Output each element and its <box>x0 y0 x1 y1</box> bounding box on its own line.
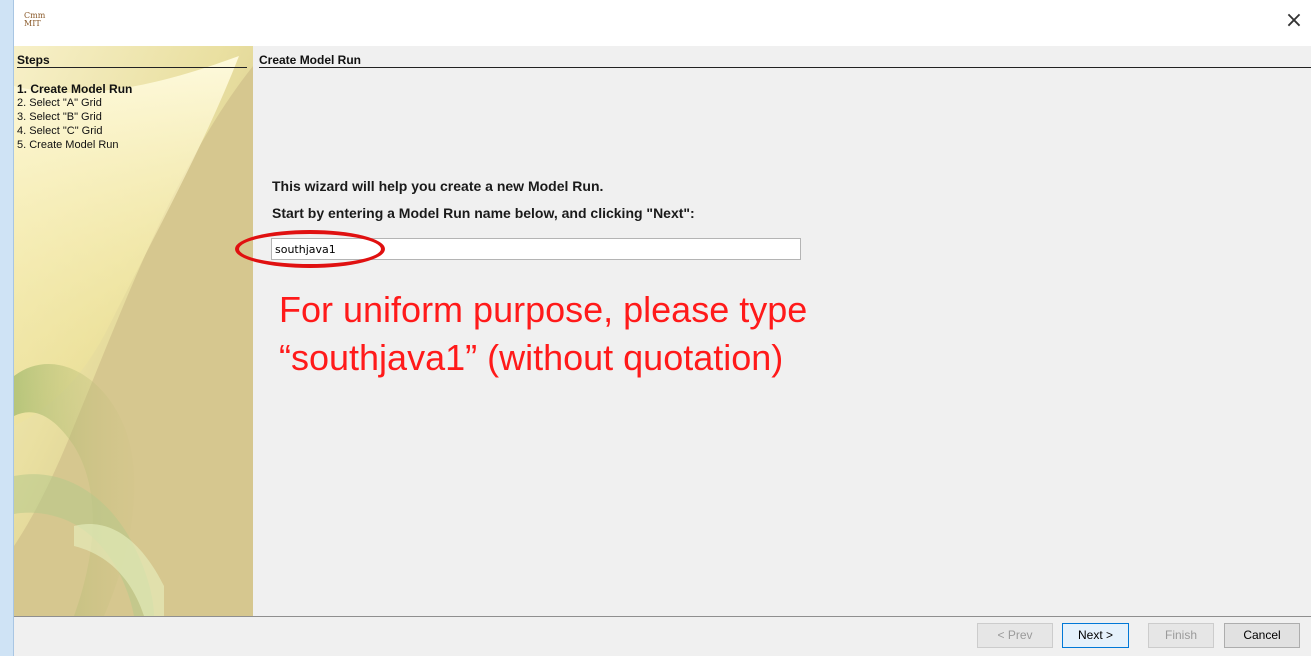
instruction-text: Start by entering a Model Run name below… <box>272 205 695 221</box>
window-left-edge <box>0 0 14 656</box>
step-item-1: 1. Create Model Run <box>17 82 133 96</box>
title-bar: Cmm MIT × <box>14 0 1311 46</box>
steps-sidebar: Steps 1. Create Model Run 2. Select "A" … <box>14 46 253 616</box>
annotation-line1: For uniform purpose, please type <box>279 289 808 330</box>
wizard-window: Cmm MIT × Steps 1. Create Model Run 2. S… <box>14 0 1311 656</box>
step-item-4: 4. Select "C" Grid <box>17 125 103 137</box>
step-item-3: 3. Select "B" Grid <box>17 111 102 123</box>
screenshot-frame: Cmm MIT × Steps 1. Create Model Run 2. S… <box>0 0 1311 656</box>
page-title: Create Model Run <box>259 53 362 67</box>
title-divider <box>259 67 1311 68</box>
app-logo: Cmm MIT <box>24 12 50 28</box>
wizard-footer: < Prev Next > Finish Cancel <box>14 616 1311 656</box>
step-item-2: 2. Select "A" Grid <box>17 97 102 109</box>
step-list: 1. Create Model Run 2. Select "A" Grid 3… <box>17 82 132 152</box>
step-item-5: 5. Create Model Run <box>17 139 119 151</box>
prev-button[interactable]: < Prev <box>977 623 1053 648</box>
finish-button[interactable]: Finish <box>1148 623 1214 648</box>
instruction-annotation: For uniform purpose, please type “southj… <box>279 286 999 382</box>
annotation-line2: “southjava1” (without quotation) <box>279 337 784 378</box>
app-logo-line2: MIT <box>24 19 41 28</box>
wizard-content: Create Model Run This wizard will help y… <box>235 46 1311 616</box>
steps-title: Steps <box>17 53 50 67</box>
cancel-button[interactable]: Cancel <box>1224 623 1300 648</box>
model-run-name-input[interactable] <box>271 238 801 260</box>
intro-text: This wizard will help you create a new M… <box>272 178 604 194</box>
steps-divider <box>17 67 247 68</box>
close-icon[interactable]: × <box>1283 10 1305 32</box>
next-button[interactable]: Next > <box>1062 623 1129 648</box>
